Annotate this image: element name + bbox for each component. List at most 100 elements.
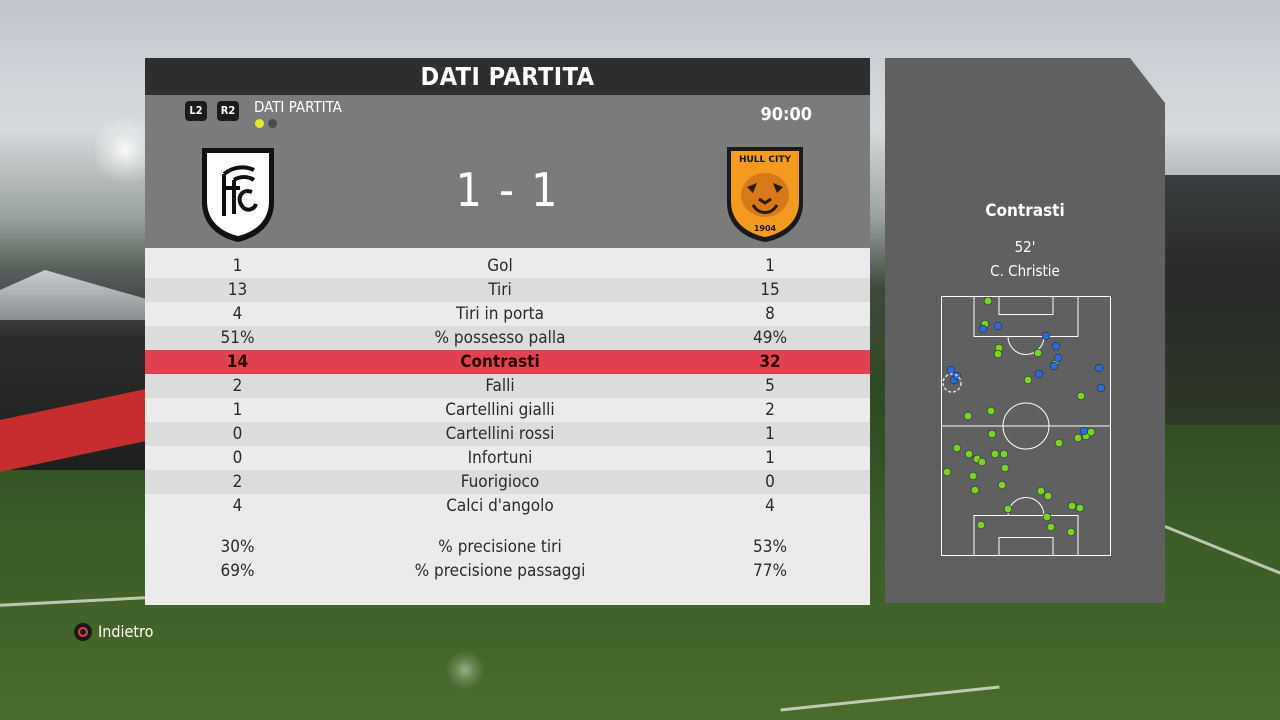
stat-label: Contrasti bbox=[460, 352, 540, 372]
away-tackle-marker bbox=[1033, 348, 1043, 358]
stat-row-tiri[interactable]: 13 Tiri 15 bbox=[145, 278, 870, 302]
home-value: 4 bbox=[232, 304, 243, 324]
home-value: 1 bbox=[232, 400, 243, 420]
stat-label: % possesso palla bbox=[434, 328, 566, 348]
away-tackle-marker bbox=[1023, 375, 1033, 385]
away-tackle-marker bbox=[999, 449, 1009, 459]
away-tackle-marker bbox=[968, 471, 978, 481]
stat-row-fuorigioco[interactable]: 2 Fuorigioco 0 bbox=[145, 470, 870, 494]
section-label: DATI PARTITA bbox=[254, 98, 342, 116]
stat-label: % precisione tiri bbox=[438, 537, 562, 557]
home-value: 2 bbox=[232, 472, 243, 492]
home-tackle-marker bbox=[1049, 361, 1059, 371]
home-tackle-marker bbox=[1041, 331, 1051, 341]
home-tackle-marker bbox=[1094, 363, 1104, 373]
away-tackle-marker bbox=[970, 485, 980, 495]
away-tackle-marker bbox=[993, 349, 1003, 359]
stand-right bbox=[1160, 175, 1280, 425]
stat-label: Tiri bbox=[488, 280, 512, 300]
away-value: 32 bbox=[759, 352, 781, 372]
away-value: 15 bbox=[760, 280, 780, 300]
home-value: 1 bbox=[232, 256, 243, 276]
score-header: L2 R2 DATI PARTITA 90:00 1 - 1 HULL CITY… bbox=[145, 95, 870, 248]
home-value: 13 bbox=[227, 280, 248, 300]
pitch-line bbox=[780, 685, 1000, 712]
away-tackle-marker bbox=[1046, 522, 1056, 532]
stat-label: Fuorigioco bbox=[460, 472, 540, 492]
away-value: 53% bbox=[753, 537, 787, 557]
stat-label: Falli bbox=[485, 376, 515, 396]
stat-row-gol[interactable]: 1 Gol 1 bbox=[145, 254, 870, 278]
away-tackle-marker bbox=[990, 449, 1000, 459]
event-minute: 52' bbox=[1014, 238, 1036, 256]
away-tackle-marker bbox=[1076, 391, 1086, 401]
away-value: 1 bbox=[765, 448, 775, 468]
home-tackle-marker bbox=[1096, 383, 1106, 393]
away-tackle-marker bbox=[1075, 503, 1085, 513]
stat-row-contrasti-selected[interactable]: 14 Contrasti 32 bbox=[145, 350, 870, 374]
away-value: 1 bbox=[765, 256, 775, 276]
precision-row-tiri[interactable]: 30% % precisione tiri 53% bbox=[145, 535, 870, 559]
away-tackle-marker bbox=[987, 429, 997, 439]
detail-title: Contrasti bbox=[985, 201, 1065, 221]
home-value: 51% bbox=[220, 328, 255, 348]
match-time: 90:00 bbox=[760, 104, 812, 125]
stat-row-falli[interactable]: 2 Falli 5 bbox=[145, 374, 870, 398]
home-tackle-marker bbox=[978, 324, 988, 334]
away-tackle-marker bbox=[942, 467, 952, 477]
pitch-line bbox=[1164, 525, 1280, 577]
precision-row-passaggi[interactable]: 69% % precisione passaggi 77% bbox=[145, 559, 870, 583]
away-value: 1 bbox=[765, 424, 775, 444]
away-value: 0 bbox=[765, 472, 775, 492]
precision-block: 30% % precisione tiri 53% 69% % precisio… bbox=[145, 535, 870, 583]
stat-row-possesso[interactable]: 51% % possesso palla 49% bbox=[145, 326, 870, 350]
stat-label: Cartellini gialli bbox=[445, 400, 555, 420]
home-value: 30% bbox=[220, 537, 255, 557]
stat-row-cartellini-rossi[interactable]: 0 Cartellini rossi 1 bbox=[145, 422, 870, 446]
away-tackle-marker bbox=[1042, 512, 1052, 522]
away-value: 49% bbox=[753, 328, 787, 348]
stats-table: 1 Gol 1 13 Tiri 15 4 Tiri in porta 8 51%… bbox=[145, 248, 870, 518]
home-value: 69% bbox=[220, 561, 255, 581]
page-indicator bbox=[255, 119, 277, 128]
away-value: 8 bbox=[765, 304, 775, 324]
away-value: 5 bbox=[765, 376, 775, 396]
away-tackle-marker bbox=[1036, 486, 1046, 496]
tackle-markers bbox=[942, 296, 1106, 537]
home-value: 14 bbox=[226, 352, 249, 372]
home-tackle-marker bbox=[1079, 426, 1089, 436]
stat-row-tiri-in-porta[interactable]: 4 Tiri in porta 8 bbox=[145, 302, 870, 326]
stat-row-infortuni[interactable]: 0 Infortuni 1 bbox=[145, 446, 870, 470]
stat-label: % precisione passaggi bbox=[414, 561, 586, 581]
event-player: C. Christie bbox=[990, 262, 1060, 280]
away-value: 77% bbox=[753, 561, 787, 581]
away-tackle-marker bbox=[1073, 433, 1083, 443]
match-stats-panel: DATI PARTITA L2 R2 DATI PARTITA 90:00 1 … bbox=[145, 58, 870, 605]
away-tackle-marker bbox=[963, 411, 973, 421]
away-tackle-marker bbox=[964, 449, 974, 459]
r2-button[interactable]: R2 bbox=[217, 101, 239, 121]
light-flare bbox=[445, 650, 485, 690]
stat-detail-panel: Contrasti 52' C. Christie bbox=[885, 58, 1165, 603]
home-tackle-marker bbox=[1053, 353, 1063, 363]
home-value: 0 bbox=[232, 448, 243, 468]
circle-button-icon bbox=[74, 622, 92, 641]
l2-button[interactable]: L2 bbox=[185, 101, 207, 121]
stat-label: Infortuni bbox=[467, 448, 533, 468]
stat-label: Cartellini rossi bbox=[445, 424, 555, 444]
hull-city-crest-icon: HULL CITY 1904 bbox=[727, 147, 803, 242]
stat-label: Gol bbox=[487, 256, 513, 276]
back-button[interactable]: Indietro bbox=[74, 622, 153, 641]
page-dot-active bbox=[255, 119, 264, 128]
crest-text: HULL CITY bbox=[739, 155, 792, 165]
away-tackle-marker bbox=[986, 406, 996, 416]
away-tackle-marker bbox=[1067, 501, 1077, 511]
stat-row-cartellini-gialli[interactable]: 1 Cartellini gialli 2 bbox=[145, 398, 870, 422]
stat-row-calci-angolo[interactable]: 4 Calci d'angolo 4 bbox=[145, 494, 870, 518]
away-tackle-marker bbox=[1086, 427, 1096, 437]
away-value: 4 bbox=[765, 496, 775, 516]
panel-title: DATI PARTITA bbox=[145, 58, 870, 95]
stat-label: Calci d'angolo bbox=[446, 496, 554, 516]
home-tackle-marker bbox=[993, 321, 1003, 331]
crest-year: 1904 bbox=[754, 224, 777, 233]
